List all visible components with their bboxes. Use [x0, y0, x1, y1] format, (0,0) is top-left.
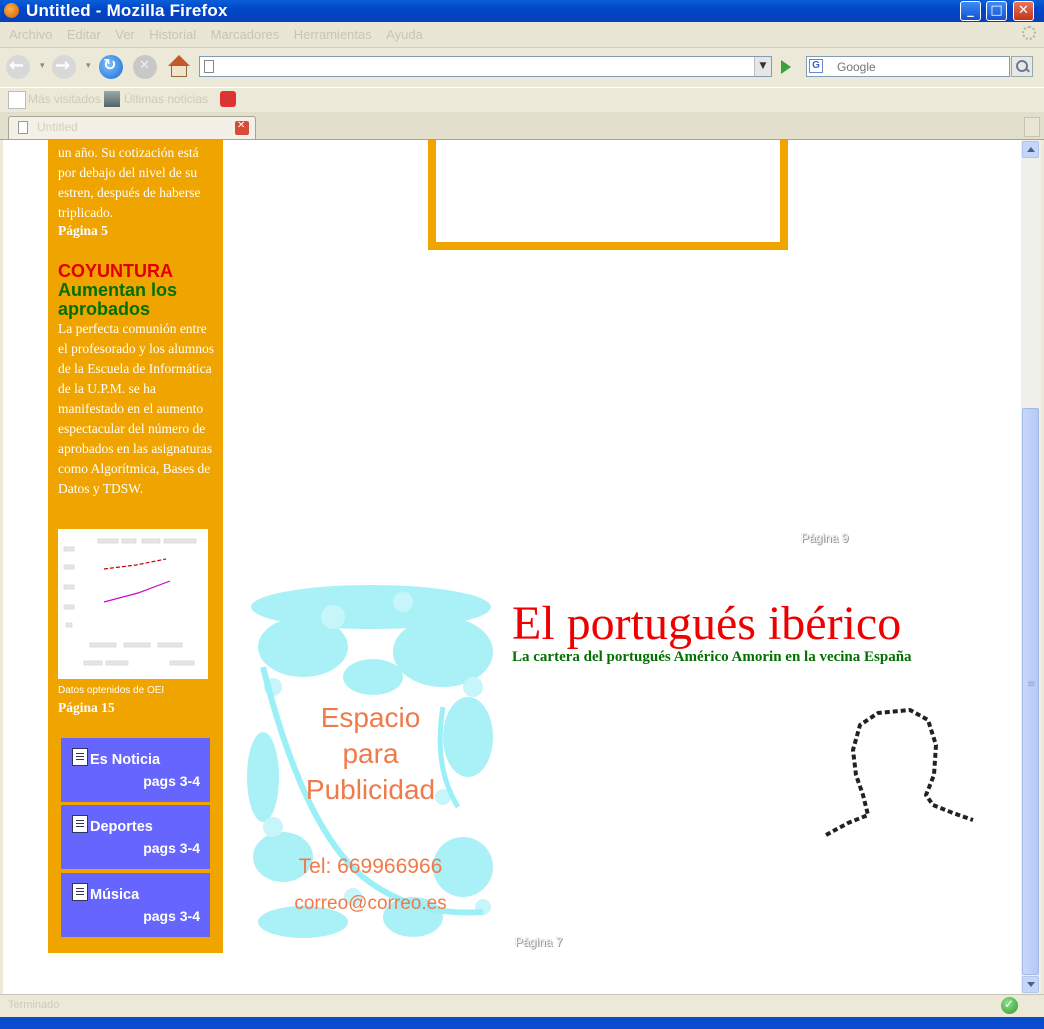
ad-line-3: Publicidad — [305, 774, 436, 805]
forward-history-dropdown[interactable]: ▾ — [86, 61, 91, 71]
page-viewport: un año. Su cotización está por debajo de… — [3, 140, 1021, 994]
nav-box-musica[interactable]: Música pags 3-4 — [61, 873, 210, 937]
tab-untitled[interactable]: Untitled — [8, 116, 256, 139]
page-label-bottom[interactable]: Página 7 — [515, 935, 562, 949]
status-text: Terminado — [8, 999, 60, 1011]
tab-strip: Untitled — [0, 112, 1044, 140]
nav-box-title: Deportes — [90, 819, 153, 835]
nav-box-title: Música — [90, 887, 140, 903]
firefox-icon — [4, 3, 19, 18]
page-icon — [204, 60, 214, 73]
menu-ayuda[interactable]: Ayuda — [381, 22, 428, 42]
nav-box-pages: pags 3-4 — [143, 908, 200, 924]
advertising-space[interactable]: Espacio para Publicidad Tel: 669966966 c… — [243, 577, 498, 947]
most-visited-icon — [8, 91, 26, 109]
search-engine-icon[interactable]: G — [809, 59, 823, 73]
menu-editar[interactable]: Editar — [62, 22, 106, 42]
vertical-scrollbar[interactable] — [1021, 140, 1041, 994]
security-check-icon[interactable] — [1001, 997, 1018, 1014]
maximize-icon: □ — [990, 3, 1003, 18]
reload-button[interactable] — [99, 55, 123, 79]
ad-line-2: para — [342, 738, 399, 769]
tab-list-button[interactable] — [1024, 117, 1040, 137]
chart-source-note: Datos optenidos de OEI — [58, 685, 165, 696]
nav-box-es-noticia[interactable]: Es Noticia pags 3-4 — [61, 738, 210, 802]
scroll-down-button[interactable] — [1022, 976, 1039, 993]
close-icon: ✕ — [1018, 3, 1029, 18]
url-history-dropdown[interactable]: ▼ — [754, 57, 771, 76]
menu-archivo[interactable]: Archivo — [4, 22, 57, 42]
nav-box-title: Es Noticia — [90, 752, 161, 768]
page-icon — [18, 121, 28, 134]
document-icon — [72, 815, 88, 833]
back-history-dropdown[interactable]: ▾ — [40, 61, 45, 71]
forward-button[interactable] — [52, 55, 76, 79]
minimize-button[interactable]: _ — [960, 1, 981, 21]
menu-bar: Archivo Editar Ver Historial Marcadores … — [0, 22, 1044, 48]
sidebar-mini-chart-image — [58, 529, 208, 679]
url-bar[interactable]: ▼ — [199, 56, 772, 77]
scroll-up-button[interactable] — [1022, 141, 1039, 158]
addon-icon[interactable] — [220, 91, 236, 107]
portrait-sketch-image — [825, 708, 974, 837]
chart-page-link[interactable]: Página 15 — [58, 700, 115, 716]
ad-line-1: Espacio — [320, 702, 421, 733]
menu-herramientas[interactable]: Herramientas — [289, 22, 377, 42]
bookmark-latest-news[interactable]: Últimas noticias — [124, 92, 208, 106]
maximize-button[interactable]: □ — [986, 1, 1007, 21]
sidebar-headline[interactable]: Aumentan los aprobados — [58, 281, 218, 319]
back-button[interactable] — [6, 55, 30, 79]
ad-email: correo@correo.es — [294, 893, 447, 914]
tab-close-icon[interactable] — [235, 120, 249, 135]
close-window-button[interactable]: ✕ — [1013, 1, 1034, 21]
stop-button[interactable] — [133, 55, 157, 79]
bookmark-most-visited[interactable]: Más visitados — [28, 92, 101, 106]
tab-label: Untitled — [37, 120, 78, 134]
news-feed-icon — [104, 91, 120, 107]
sidebar-intro-page-link[interactable]: Página 5 — [58, 223, 108, 239]
page-label-top[interactable]: Página 9 — [801, 531, 848, 545]
orange-frame-box — [428, 140, 788, 250]
article-title[interactable]: El portugués ibérico — [512, 596, 901, 651]
window-title-bar[interactable]: Untitled - Mozilla Firefox _ □ ✕ — [0, 0, 1044, 22]
search-button[interactable] — [1011, 56, 1033, 77]
go-button[interactable] — [776, 58, 796, 76]
article-subtitle: La cartera del portugués Américo Amorin … — [512, 649, 912, 665]
menu-ver[interactable]: Ver — [110, 22, 140, 42]
ad-phone: Tel: 669966966 — [298, 855, 443, 878]
navigation-toolbar: ▾ ▾ ▼ G — [0, 48, 1044, 86]
nav-box-deportes[interactable]: Deportes pags 3-4 — [61, 805, 210, 869]
sidebar-body-text: La perfecta comunión entre el profesorad… — [58, 321, 214, 496]
throbber-icon — [1022, 26, 1036, 40]
bookmarks-toolbar: Más visitados Últimas noticias — [0, 87, 1044, 112]
menu-historial[interactable]: Historial — [144, 22, 201, 42]
search-input[interactable] — [837, 58, 1007, 75]
window-title: Untitled - Mozilla Firefox — [26, 1, 228, 20]
document-icon — [72, 748, 88, 766]
status-bar: Terminado — [0, 994, 1044, 1017]
nav-box-pages: pags 3-4 — [143, 840, 200, 856]
home-button[interactable] — [167, 55, 191, 79]
sidebar-section-title: COYUNTURA — [58, 261, 173, 281]
search-box[interactable]: G — [806, 56, 1010, 77]
menu-marcadores[interactable]: Marcadores — [206, 22, 285, 42]
window-bottom-border — [0, 1017, 1044, 1029]
document-icon — [72, 883, 88, 901]
nav-box-pages: pags 3-4 — [143, 773, 200, 789]
sidebar-intro-text: un año. Su cotización está por debajo de… — [58, 145, 201, 220]
minimize-icon: _ — [967, 3, 974, 18]
left-sidebar: un año. Su cotización está por debajo de… — [48, 140, 223, 953]
scrollbar-thumb[interactable] — [1022, 408, 1039, 975]
